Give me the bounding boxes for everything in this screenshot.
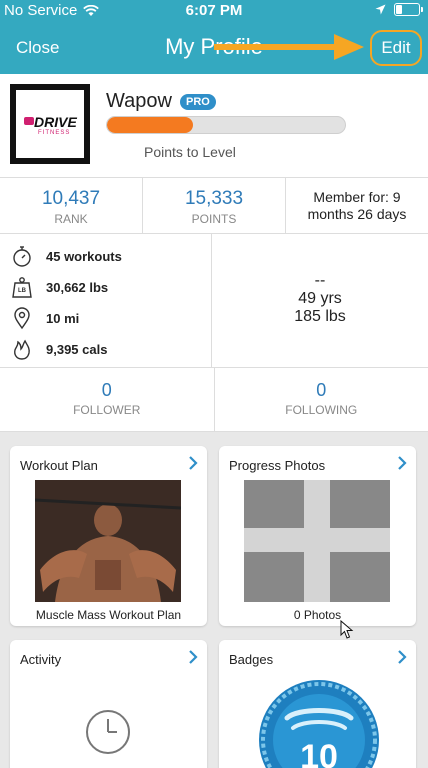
activity-title: Activity: [20, 652, 62, 667]
clock-icon: [86, 710, 130, 754]
badges-title: Badges: [229, 652, 274, 667]
points-label: POINTS: [191, 212, 237, 226]
photo-placeholder: [244, 480, 390, 602]
chevron-right-icon[interactable]: [396, 650, 408, 664]
calories-value: 9,395 cals: [46, 341, 108, 357]
member-line-2: months 26 days: [307, 206, 407, 222]
follower-count: 0: [101, 380, 112, 400]
calories-row: 9,395 cals: [10, 337, 107, 361]
age-value: 49 yrs: [298, 290, 342, 307]
battery-icon: [394, 3, 423, 16]
chevron-right-icon[interactable]: [187, 650, 199, 664]
status-right: [375, 3, 423, 16]
weight-value: 30,662 lbs: [46, 279, 109, 295]
svg-text:LB: LB: [18, 288, 27, 294]
rank-stat[interactable]: 10,437 RANK: [0, 178, 143, 233]
progress-photos-caption: 0 Photos: [293, 608, 342, 622]
workouts-row: 45 workouts: [10, 244, 122, 268]
member-line-1: Member for: 9: [313, 189, 401, 205]
chevron-right-icon[interactable]: [396, 456, 408, 470]
follower-stat[interactable]: 0 FOLLOWER: [0, 368, 215, 431]
badge-number: 10: [300, 738, 338, 768]
gym-logo: DRIVE FITNESS: [10, 84, 90, 164]
activity-totals: 45 workouts LB 30,662 lbs 10 mi 9,395 ca…: [0, 234, 212, 368]
chevron-right-icon[interactable]: [187, 456, 199, 470]
body-weight-value: 185 lbs: [294, 308, 346, 325]
edit-highlight: Edit: [370, 30, 422, 66]
location-arrow-icon: [375, 4, 386, 15]
workouts-value: 45 workouts: [46, 248, 122, 264]
rank-value: 10,437: [41, 188, 101, 209]
flame-icon: [14, 339, 30, 360]
mouse-cursor-icon: [340, 620, 354, 639]
level-progress-bar: [106, 116, 346, 134]
follow-row: 0 FOLLOWER 0 FOLLOWING: [0, 368, 428, 432]
clock: 6:07 PM: [185, 2, 243, 19]
weight-row: LB 30,662 lbs: [10, 275, 108, 299]
map-pin-icon: [14, 307, 30, 330]
kettlebell-icon: [24, 117, 34, 125]
annotation-arrow-icon: [214, 34, 364, 60]
workout-plan-card[interactable]: Workout Plan Muscle Mass Workout Plan: [10, 446, 207, 626]
activity-card[interactable]: Activity: [10, 640, 207, 768]
stopwatch-icon: [13, 246, 31, 267]
points-value: 15,333: [184, 188, 244, 209]
following-label: FOLLOWING: [285, 403, 358, 417]
following-stat[interactable]: 0 FOLLOWING: [215, 368, 428, 431]
workout-plan-title: Workout Plan: [20, 458, 98, 473]
workout-plan-caption: Muscle Mass Workout Plan: [35, 608, 182, 622]
logo-text: DRIVE: [34, 114, 77, 130]
member-stat: Member for: 9 months 26 days: [286, 178, 428, 233]
weight-icon: LB: [12, 277, 32, 298]
distance-value: 10 mi: [46, 310, 80, 326]
status-bar: No Service 6:07 PM: [0, 0, 428, 22]
details-panel: 45 workouts LB 30,662 lbs 10 mi 9,395 ca…: [0, 234, 428, 368]
stats-row: 10,437 RANK 15,333 POINTS Member for: 9 …: [0, 178, 428, 234]
points-to-level-label: Points to Level: [144, 144, 236, 160]
badges-card[interactable]: Badges 10: [219, 640, 416, 768]
workout-plan-image: [35, 480, 181, 602]
body-stats: -- 49 yrs 185 lbs: [212, 234, 428, 368]
rank-label: RANK: [54, 212, 88, 226]
points-stat[interactable]: 15,333 POINTS: [143, 178, 286, 233]
logo-subtext: FITNESS: [38, 130, 71, 136]
level-badge-icon: 10: [259, 680, 379, 768]
following-count: 0: [316, 380, 327, 400]
profile-header: DRIVE FITNESS Wapow PRO Points to Level: [0, 74, 428, 178]
edit-button[interactable]: Edit: [372, 38, 420, 58]
progress-photos-card[interactable]: Progress Photos 0 Photos: [219, 446, 416, 626]
username: Wapow: [106, 90, 172, 112]
follower-label: FOLLOWER: [73, 403, 141, 417]
progress-photos-title: Progress Photos: [229, 458, 326, 473]
level-progress-fill: [107, 117, 193, 133]
dash-value: --: [314, 272, 326, 289]
distance-row: 10 mi: [10, 306, 79, 330]
pro-badge: PRO: [180, 94, 216, 110]
